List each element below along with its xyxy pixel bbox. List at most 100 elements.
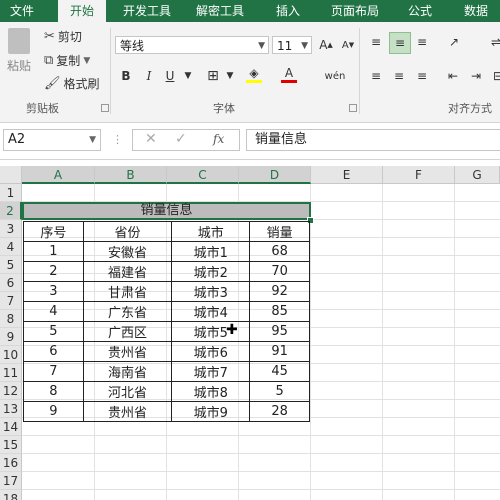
tab-home[interactable]: 开始 (58, 0, 106, 22)
table-cell[interactable]: 9 (23, 401, 84, 422)
tab-formulas[interactable]: 公式 (396, 0, 444, 22)
paste-button[interactable]: 粘贴 (6, 28, 32, 74)
fill-color-button[interactable]: ◈ (244, 64, 264, 84)
column-header-e[interactable]: E (311, 166, 383, 184)
tab-insert[interactable]: 插入 (264, 0, 312, 22)
header-cell[interactable]: 销量 (249, 221, 310, 242)
align-right-icon[interactable]: ≡ (412, 66, 432, 86)
dialog-launcher-icon[interactable] (349, 104, 357, 112)
table-cell[interactable]: 城市2 (171, 261, 251, 282)
table-cell[interactable]: 海南省 (82, 361, 173, 382)
table-cell[interactable]: 7 (23, 361, 84, 382)
table-cell[interactable]: 1 (23, 241, 84, 262)
row-header-1[interactable]: 1 (0, 184, 22, 202)
table-cell[interactable]: 贵州省 (82, 341, 173, 362)
font-name-select[interactable]: 等线 ▼ (115, 36, 269, 54)
table-cell[interactable]: 甘肃省 (82, 281, 173, 302)
row-header-6[interactable]: 6 (0, 274, 22, 292)
tab-data[interactable]: 数据 (452, 0, 500, 22)
shrink-font-button[interactable]: A ▼ (338, 35, 358, 55)
table-cell[interactable]: 91 (249, 341, 310, 362)
wrap-text-icon[interactable]: ⇌ (486, 32, 500, 52)
insert-function-icon[interactable]: fx (213, 132, 224, 146)
header-cell[interactable]: 城市 (171, 221, 251, 242)
table-cell[interactable]: 45 (249, 361, 310, 382)
row-header-12[interactable]: 12 (0, 382, 22, 400)
column-header-g[interactable]: G (455, 166, 500, 184)
font-color-button[interactable]: A (279, 64, 299, 84)
column-header-c[interactable]: C (167, 166, 239, 184)
table-cell[interactable]: 福建省 (82, 261, 173, 282)
check-icon[interactable]: ✓ (175, 131, 187, 147)
table-cell[interactable]: 城市9 (171, 401, 251, 422)
row-header-13[interactable]: 13 (0, 400, 22, 418)
merge-center-icon[interactable]: ⊟ (488, 66, 500, 86)
table-cell[interactable]: 92 (249, 281, 310, 302)
table-cell[interactable]: 95 (249, 321, 310, 342)
copy-button[interactable]: ⧉ 复制 ▼ (44, 52, 90, 69)
column-header-a[interactable]: A (22, 166, 95, 184)
table-cell[interactable]: 5 (23, 321, 84, 342)
row-header-7[interactable]: 7 (0, 292, 22, 310)
align-center-icon[interactable]: ≡ (389, 66, 409, 86)
table-cell[interactable]: 城市4 (171, 301, 251, 322)
table-cell[interactable]: 城市8 (171, 381, 251, 402)
orientation-icon[interactable]: ↗ (444, 32, 464, 52)
align-middle-icon[interactable]: ≡ (389, 32, 411, 54)
grow-font-button[interactable]: A ▲ (316, 35, 336, 55)
italic-button[interactable]: I (139, 66, 159, 86)
table-cell[interactable]: 4 (23, 301, 84, 322)
row-header-2[interactable]: 2 (0, 202, 22, 220)
row-header-4[interactable]: 4 (0, 238, 22, 256)
column-header-d[interactable]: D (239, 166, 311, 184)
cut-button[interactable]: ✂ 剪切 (44, 28, 82, 45)
table-cell[interactable]: 城市3 (171, 281, 251, 302)
header-cell[interactable]: 省份 (82, 221, 173, 242)
dialog-launcher-icon[interactable] (101, 104, 109, 112)
row-header-17[interactable]: 17 (0, 472, 22, 490)
table-cell[interactable]: 广东省 (82, 301, 173, 322)
merged-title-cell[interactable]: 销量信息 (22, 202, 311, 220)
row-header-15[interactable]: 15 (0, 436, 22, 454)
format-painter-button[interactable]: 🖌 格式刷 (44, 75, 100, 92)
cancel-icon[interactable]: ✕ (145, 131, 157, 147)
row-header-9[interactable]: 9 (0, 328, 22, 346)
table-cell[interactable]: 70 (249, 261, 310, 282)
increase-indent-icon[interactable]: ⇥ (466, 66, 486, 86)
row-header-5[interactable]: 5 (0, 256, 22, 274)
table-cell[interactable]: 6 (23, 341, 84, 362)
tab-developer[interactable]: 开发工具 (114, 0, 180, 22)
bold-button[interactable]: B (116, 66, 136, 86)
tab-decrypt[interactable]: 解密工具 (186, 0, 254, 22)
row-header-14[interactable]: 14 (0, 418, 22, 436)
row-header-10[interactable]: 10 (0, 346, 22, 364)
select-all-corner[interactable] (0, 166, 22, 184)
row-header-16[interactable]: 16 (0, 454, 22, 472)
column-header-f[interactable]: F (383, 166, 455, 184)
row-header-18[interactable]: 18 (0, 490, 22, 500)
table-cell[interactable]: 68 (249, 241, 310, 262)
table-cell[interactable]: 3 (23, 281, 84, 302)
table-cell[interactable]: 贵州省 (82, 401, 173, 422)
table-cell[interactable]: 城市6 (171, 341, 251, 362)
table-cell[interactable]: 85 (249, 301, 310, 322)
table-cell[interactable]: 安徽省 (82, 241, 173, 262)
table-cell[interactable]: 广西区 (82, 321, 173, 342)
tab-page-layout[interactable]: 页面布局 (322, 0, 388, 22)
table-cell[interactable]: 河北省 (82, 381, 173, 402)
row-header-11[interactable]: 11 (0, 364, 22, 382)
table-cell[interactable]: 城市1 (171, 241, 251, 262)
row-header-3[interactable]: 3 (0, 220, 22, 238)
name-box[interactable]: A2 ▼ (3, 129, 101, 151)
chevron-down-icon[interactable]: ▼ (178, 66, 198, 86)
tab-file[interactable]: 文件 (0, 0, 44, 22)
chevron-down-icon[interactable]: ▼ (220, 66, 240, 86)
worksheet-grid[interactable]: A B C D E F G 1 2 3 4 5 6 7 8 9 10 11 12… (0, 166, 500, 500)
table-cell[interactable]: 2 (23, 261, 84, 282)
phonetic-icon[interactable]: wén (325, 66, 346, 86)
table-cell[interactable]: 5 (249, 381, 310, 402)
header-cell[interactable]: 序号 (23, 221, 84, 242)
underline-button[interactable]: U (160, 66, 180, 86)
column-header-b[interactable]: B (95, 166, 167, 184)
font-size-select[interactable]: 11 ▼ (272, 36, 312, 54)
